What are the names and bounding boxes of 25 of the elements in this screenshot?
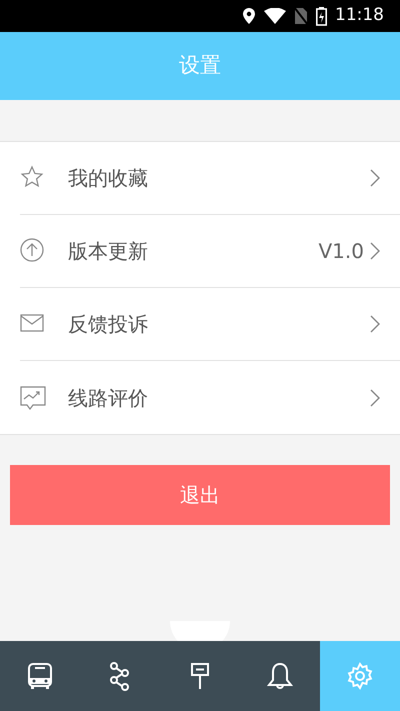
menu-label: 反馈投诉 [68, 311, 149, 338]
no-sim-icon [294, 7, 308, 25]
chevron-right-icon [370, 388, 380, 406]
chevron-right-icon [370, 315, 380, 333]
menu-label: 我的收藏 [68, 165, 149, 192]
chart-message-icon [20, 384, 46, 410]
wifi-icon [264, 8, 286, 24]
menu-item[interactable]: 我的收藏 [20, 142, 400, 215]
menu-label: 版本更新 [68, 238, 149, 265]
location-icon [242, 7, 256, 25]
menu-item[interactable]: 反馈投诉 [20, 288, 400, 361]
arrow-up-circle-icon [20, 238, 46, 264]
menu-item[interactable]: 线路评价 [20, 361, 400, 434]
version-value: V1.0 [318, 238, 364, 265]
chevron-right-icon [370, 242, 380, 260]
clock-time: 11:18 [335, 4, 384, 28]
menu-item[interactable]: 版本更新 V1.0 [20, 215, 400, 288]
settings-icon [345, 661, 375, 691]
page-title: 设置 [179, 52, 221, 80]
bus-icon [25, 661, 55, 691]
chevron-right-icon [370, 169, 380, 187]
menu-label: 线路评价 [68, 384, 149, 412]
battery-icon [316, 6, 327, 26]
tab-bump [170, 621, 230, 641]
bell-icon [265, 661, 295, 691]
